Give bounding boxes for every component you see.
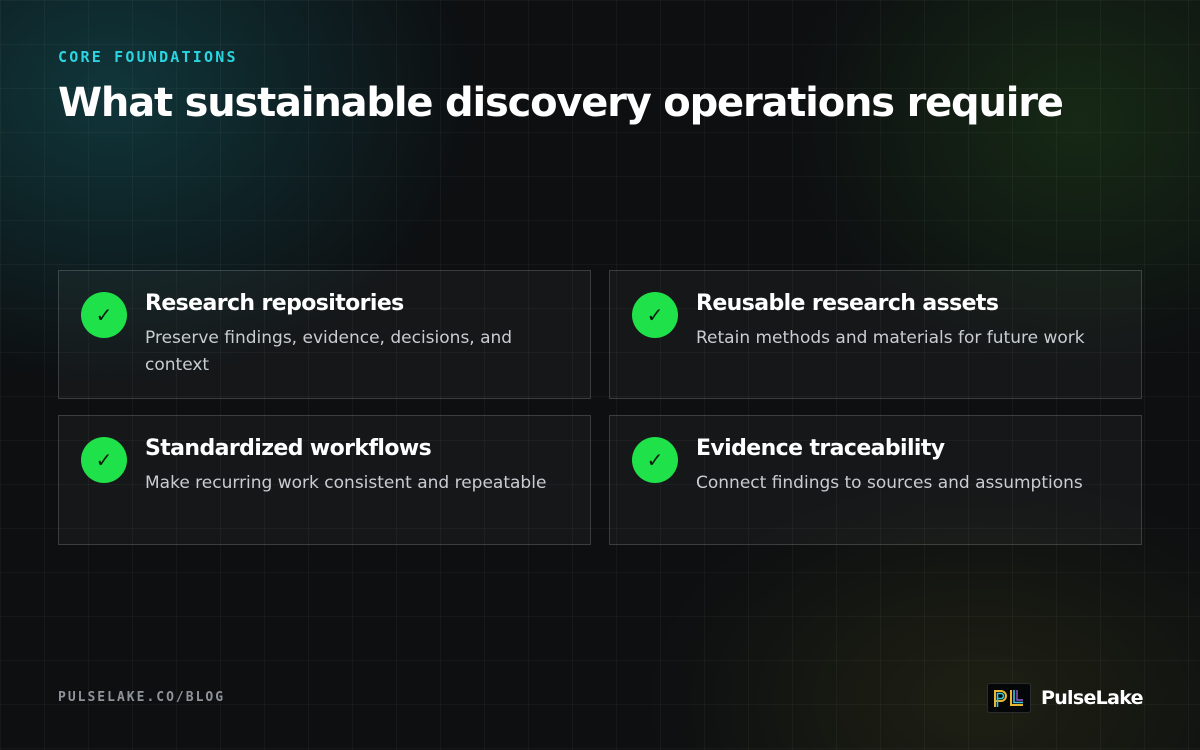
feature-description: Preserve findings, evidence, decisions, … <box>145 328 513 375</box>
pulselake-logo-icon <box>987 683 1031 713</box>
feature-card-research-repositories: ✓ Research repositories Preserve finding… <box>58 270 591 399</box>
feature-description: Make recurring work consistent and repea… <box>145 473 547 493</box>
feature-description: Connect findings to sources and assumpti… <box>696 473 1083 493</box>
feature-title: Evidence traceability <box>696 436 945 461</box>
feature-description: Retain methods and materials for future … <box>696 328 1085 348</box>
footer-url[interactable]: PULSELAKE.CO/BLOG <box>58 690 225 705</box>
check-circle-icon: ✓ <box>632 437 678 483</box>
feature-title: Reusable research assets <box>696 291 999 316</box>
brand-logo[interactable]: PulseLake <box>987 683 1144 713</box>
check-circle-icon: ✓ <box>81 292 127 338</box>
feature-card-evidence-traceability: ✓ Evidence traceability Connect findings… <box>609 415 1142 545</box>
check-circle-icon: ✓ <box>632 292 678 338</box>
page-title: What sustainable discovery operations re… <box>58 80 1064 126</box>
check-circle-icon: ✓ <box>81 437 127 483</box>
brand-name: PulseLake <box>1041 687 1144 709</box>
eyebrow-label: CORE FOUNDATIONS <box>58 48 238 66</box>
feature-card-reusable-research-assets: ✓ Reusable research assets Retain method… <box>609 270 1142 399</box>
feature-title: Standardized workflows <box>145 436 432 461</box>
feature-title: Research repositories <box>145 291 404 316</box>
feature-card-standardized-workflows: ✓ Standardized workflows Make recurring … <box>58 415 591 545</box>
